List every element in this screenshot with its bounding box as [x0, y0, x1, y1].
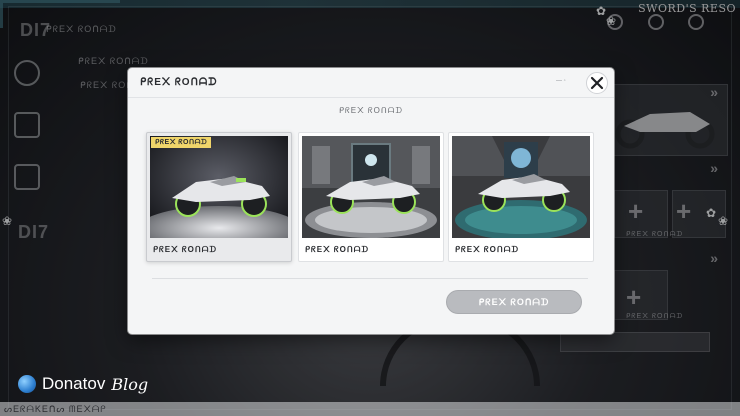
confirm-button[interactable]: ᑭᖇE᙭ ᖇOᑎᗩᗪ: [446, 290, 582, 314]
scene-thumbnail: [302, 136, 440, 238]
scene-option-dark[interactable]: ᑭᖇE᙭ ᖇOᑎᗩᗪ ᑭᖇE᙭ ᖇOᑎᗩᗪ: [146, 132, 292, 262]
scene-option-label: ᑭᖇE᙭ ᖇOᑎᗩᗪ: [455, 245, 519, 254]
dialog-header: ᑭᖇE᙭ ᖇOᑎᗩᗪ — ◦: [128, 68, 614, 98]
watermark-logo-icon: [18, 375, 36, 393]
scene-option-label: ᑭᖇE᙭ ᖇOᑎᗩᗪ: [153, 245, 217, 254]
close-button[interactable]: [586, 72, 608, 94]
watermark-suffix: Blog: [111, 374, 149, 394]
scene-option-hall[interactable]: ᑭᖇE᙭ ᖇOᑎᗩᗪ: [298, 132, 444, 262]
watermark-brand: Donatov: [42, 374, 106, 393]
bottom-strip-label: ᔕEᖇᗩKEᑎᔕ ᗰE᙭ᗩᑭ: [4, 404, 107, 414]
dialog-hint: — ◦: [556, 78, 566, 84]
scene-option-fountain[interactable]: ᑭᖇE᙭ ᖇOᑎᗩᗪ: [448, 132, 594, 262]
scene-select-dialog: ᑭᖇE᙭ ᖇOᑎᗩᗪ — ◦ ᑭᖇE᙭ ᖇOᑎᗩᗪ ᑭᖇE᙭ ᖇOᑎᗩᗪ ᑭᖇE…: [128, 68, 614, 334]
dialog-divider: [152, 278, 588, 279]
current-badge: ᑭᖇE᙭ ᖇOᑎᗩᗪ: [151, 137, 212, 148]
close-icon: [590, 76, 604, 90]
dialog-title: ᑭᖇE᙭ ᖇOᑎᗩᗪ: [140, 77, 218, 88]
scene-thumbnail: [452, 136, 590, 238]
scene-option-label: ᑭᖇE᙭ ᖇOᑎᗩᗪ: [305, 245, 369, 254]
scene-thumbnail: [150, 136, 288, 238]
watermark: Donatov Blog: [18, 374, 148, 394]
bottom-strip: [0, 402, 740, 416]
dialog-subtitle: ᑭᖇE᙭ ᖇOᑎᗩᗪ: [339, 106, 403, 115]
